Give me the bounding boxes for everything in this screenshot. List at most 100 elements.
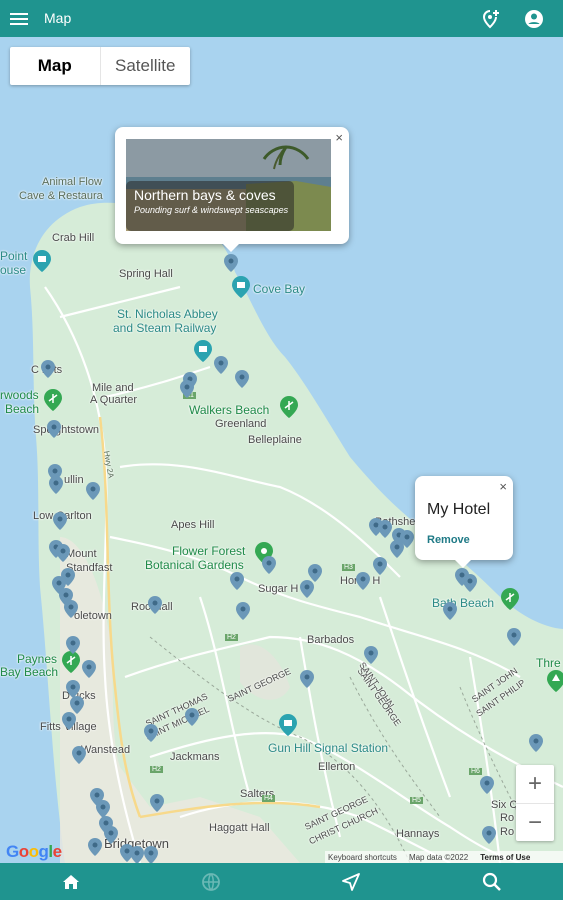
place-label: Six C (491, 799, 518, 811)
close-icon[interactable]: × (499, 479, 507, 494)
location-pin-icon[interactable] (66, 636, 80, 654)
highway-shield: H4 (262, 795, 275, 802)
location-pin-icon[interactable] (47, 420, 61, 438)
location-pin-icon[interactable] (480, 776, 494, 794)
zoom-in-button[interactable]: + (516, 765, 554, 804)
location-pin-icon[interactable] (262, 556, 276, 574)
place-label: Beach (5, 402, 40, 416)
place-label: Gun Hill Signal Station (268, 741, 389, 755)
location-pin-icon[interactable] (104, 826, 118, 844)
place-label: ullin (64, 474, 84, 486)
place-info-window[interactable]: × Northern bays & coves Pounding surf & … (115, 127, 349, 252)
coast-photo-image (126, 139, 331, 231)
place-label: St. Nicholas Abbey (117, 307, 218, 321)
park-poi-icon[interactable] (547, 670, 563, 692)
place-label: ouse (0, 263, 27, 277)
location-pin-icon[interactable] (150, 794, 164, 812)
poi-marker-icon[interactable] (279, 714, 297, 736)
zoom-controls: + − (516, 765, 554, 841)
beach-poi-icon[interactable] (501, 588, 519, 610)
poi-marker-icon[interactable] (194, 340, 212, 362)
location-pin-icon[interactable] (49, 476, 63, 494)
place-label: Spring Hall (119, 268, 173, 280)
location-pin-icon[interactable] (378, 520, 392, 538)
beach-poi-icon[interactable] (62, 651, 80, 673)
location-pin-icon[interactable] (214, 356, 228, 374)
place-label: Ellerton (318, 761, 356, 773)
terms-of-use-link[interactable]: Terms of Use (480, 853, 530, 862)
location-pin-icon[interactable] (130, 846, 144, 864)
place-label: Flower Forest (172, 544, 246, 558)
location-pin-icon[interactable] (482, 826, 496, 844)
location-pin-icon[interactable] (180, 380, 194, 398)
location-pin-icon[interactable] (88, 838, 102, 856)
beach-poi-icon[interactable] (44, 389, 62, 411)
place-photo[interactable]: Northern bays & coves Pounding surf & wi… (126, 139, 331, 231)
bottom-navigation (0, 863, 563, 900)
location-pin-icon[interactable] (72, 746, 86, 764)
place-label: Bath Beach (432, 596, 495, 610)
location-pin-icon[interactable] (62, 712, 76, 730)
home-icon[interactable] (60, 871, 82, 893)
globe-icon[interactable] (200, 871, 222, 893)
location-pin-icon[interactable] (529, 734, 543, 752)
location-pin-icon[interactable] (308, 564, 322, 582)
place-label: and Steam Railway (113, 321, 217, 335)
add-location-icon[interactable] (480, 8, 502, 30)
location-pin-icon[interactable] (148, 596, 162, 614)
location-pin-icon[interactable] (230, 572, 244, 590)
location-pin-icon[interactable] (64, 600, 78, 618)
map-type-toggle: Map Satellite (10, 47, 190, 85)
location-pin-icon[interactable] (185, 708, 199, 726)
place-label: Botanical Gardens (145, 558, 244, 572)
google-logo: Google (6, 842, 62, 861)
location-pin-icon[interactable] (443, 602, 457, 620)
info-window-subtitle: Pounding surf & windswept seascapes (134, 205, 289, 215)
location-pin-icon[interactable] (300, 670, 314, 688)
location-pin-icon[interactable] (507, 628, 521, 646)
map-type-satellite-button[interactable]: Satellite (101, 47, 191, 85)
map-type-map-button[interactable]: Map (10, 47, 101, 85)
poi-marker-icon[interactable] (232, 276, 250, 298)
place-label: Speightstown (33, 424, 100, 436)
zoom-out-button[interactable]: − (516, 804, 554, 842)
location-pin-icon[interactable] (390, 540, 404, 558)
keyboard-shortcuts-link[interactable]: Keyboard shortcuts (328, 853, 397, 862)
poi-marker-icon[interactable] (33, 250, 51, 272)
place-label: Wanstead (81, 744, 131, 756)
location-pin-icon[interactable] (300, 580, 314, 598)
search-icon[interactable] (481, 871, 503, 893)
location-pin-icon[interactable] (356, 572, 370, 590)
app-bar: Map (0, 0, 563, 37)
close-icon[interactable]: × (335, 130, 343, 145)
location-pin-icon[interactable] (373, 557, 387, 575)
location-pin-icon[interactable] (235, 370, 249, 388)
location-pin-icon[interactable] (224, 254, 238, 272)
location-pin-icon[interactable] (463, 574, 477, 592)
location-pin-icon[interactable] (53, 512, 67, 530)
location-pin-icon[interactable] (56, 544, 70, 562)
place-label: Sugar H (258, 583, 299, 595)
location-pin-icon[interactable] (236, 602, 250, 620)
hotel-title: My Hotel (427, 501, 491, 518)
remove-hotel-button[interactable]: Remove (427, 534, 470, 546)
place-label: Haggatt Hall (209, 822, 270, 834)
location-pin-icon[interactable] (41, 360, 55, 378)
place-label: Belleplaine (248, 434, 302, 446)
location-pin-icon[interactable] (364, 646, 378, 664)
location-pin-icon[interactable] (82, 660, 96, 678)
info-window-title: Northern bays & coves (134, 187, 276, 203)
navigation-icon[interactable] (340, 871, 362, 893)
location-pin-icon[interactable] (144, 846, 158, 864)
place-label: Paynes (17, 652, 58, 666)
place-label: Apes Hill (171, 519, 215, 531)
beach-poi-icon[interactable] (280, 396, 298, 418)
place-label: Cave & Restaura (19, 190, 103, 202)
place-label: rwoods (0, 388, 39, 402)
location-pin-icon[interactable] (86, 482, 100, 500)
place-label: Ro (500, 812, 515, 824)
account-icon[interactable] (523, 8, 545, 30)
hotel-info-window[interactable]: × My Hotel Remove (415, 476, 513, 568)
menu-icon[interactable] (9, 9, 29, 29)
location-pin-icon[interactable] (144, 724, 158, 742)
